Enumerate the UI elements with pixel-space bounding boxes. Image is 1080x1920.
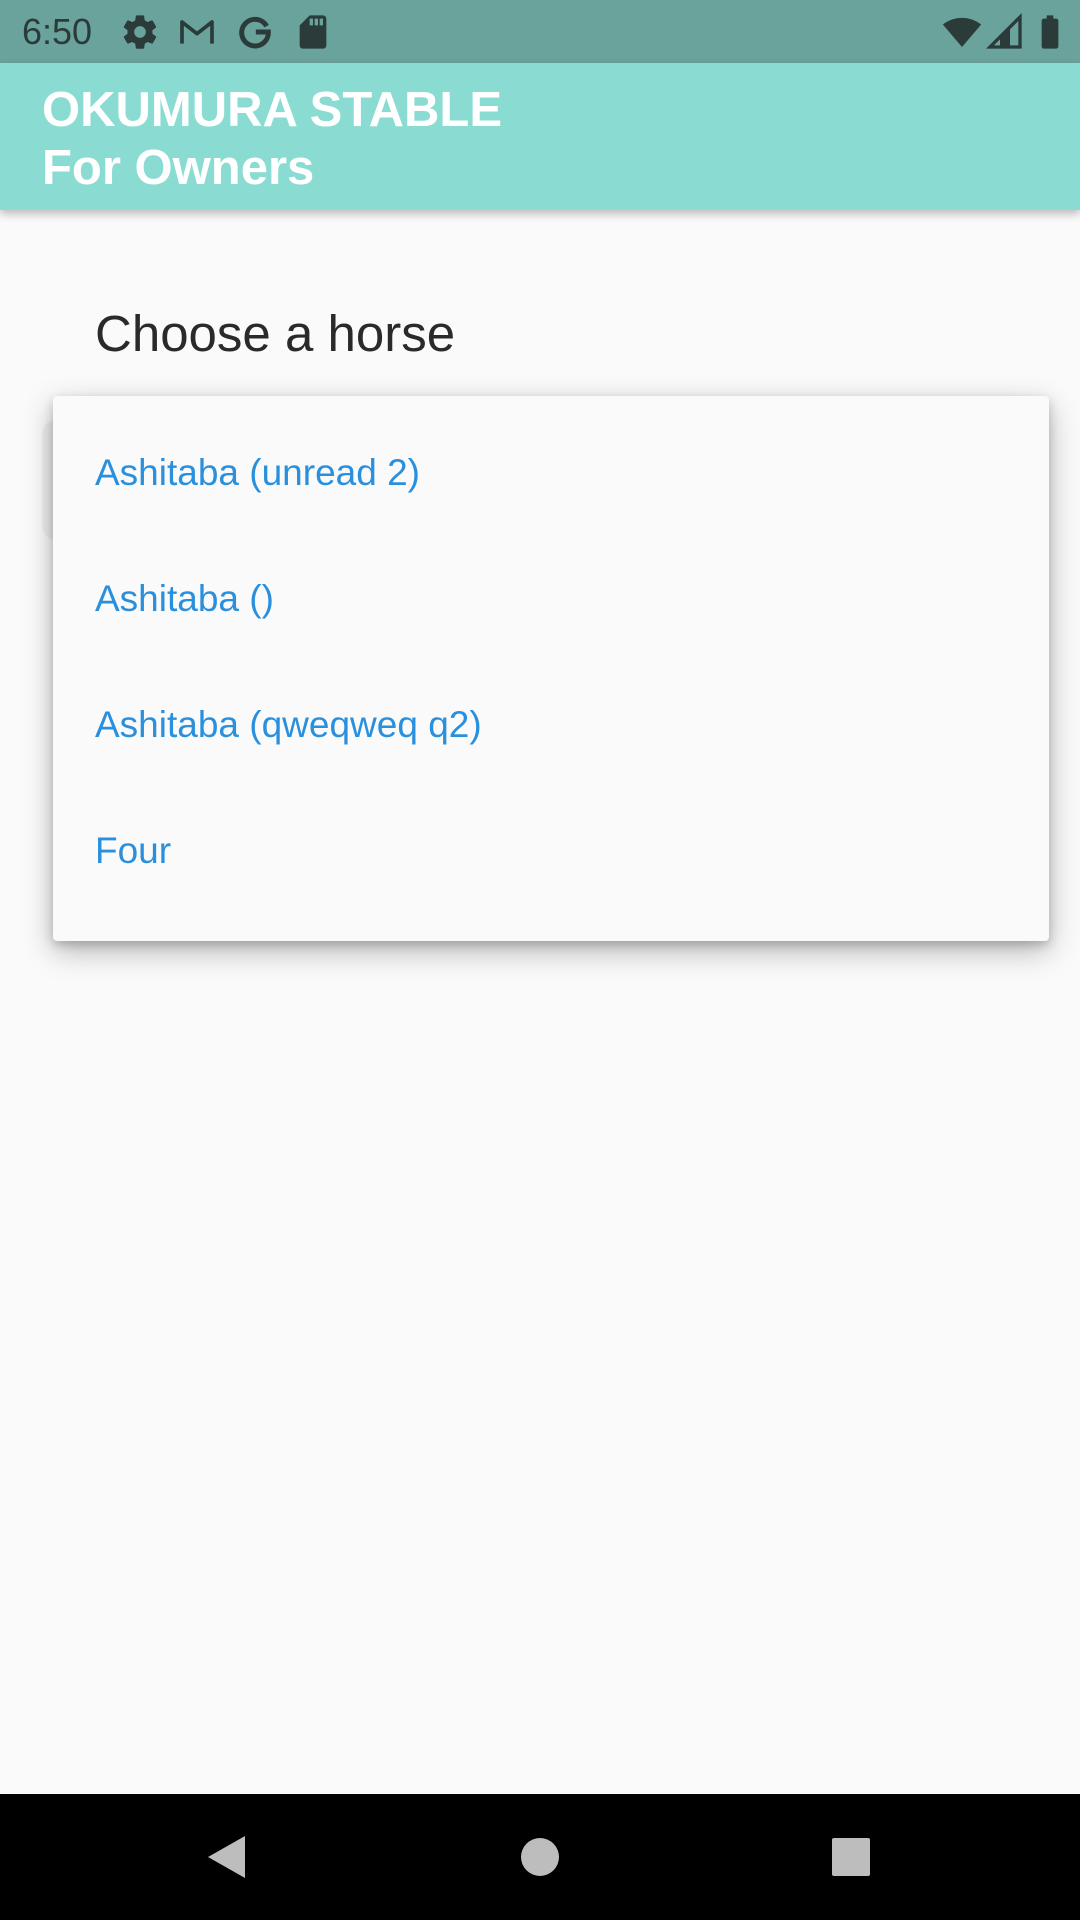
battery-icon [1041,15,1059,49]
wifi-icon [942,17,982,47]
horse-dropdown-menu: Ashitaba (unread 2) Ashitaba () Ashitaba… [53,396,1049,941]
status-time: 6:50 [22,11,93,52]
sd-card-icon [299,15,327,49]
recents-icon[interactable] [806,1812,896,1902]
signal-icon [985,12,1022,49]
gmail-icon [180,20,214,44]
gear-icon [123,15,157,49]
back-icon[interactable] [180,1812,270,1902]
navigation-bar [0,1794,1080,1920]
home-icon[interactable] [495,1812,585,1902]
google-icon [239,16,271,49]
dropdown-item-label: Ashitaba (qweqweq q2) [95,704,482,745]
dropdown-item-horse-3[interactable]: Ashitaba (qweqweq q2) [53,662,1049,788]
dropdown-item-horse-2[interactable]: Ashitaba () [53,536,1049,662]
status-bar: 6:50 [0,0,1080,63]
screen: 6:50 OKUMURA STABLE For Owners Choose a … [0,0,1080,1920]
app-bar: OKUMURA STABLE For Owners [0,63,1080,210]
dropdown-item-horse-4[interactable]: Four [53,788,1049,914]
dropdown-item-label: Ashitaba () [95,578,274,619]
page-heading: Choose a horse [95,305,456,362]
app-title: OKUMURA STABLE For Owners [42,83,503,195]
dropdown-item-horse-1[interactable]: Ashitaba (unread 2) [53,410,1049,536]
dropdown-item-label: Ashitaba (unread 2) [95,452,420,493]
dropdown-item-label: Four [95,830,172,871]
